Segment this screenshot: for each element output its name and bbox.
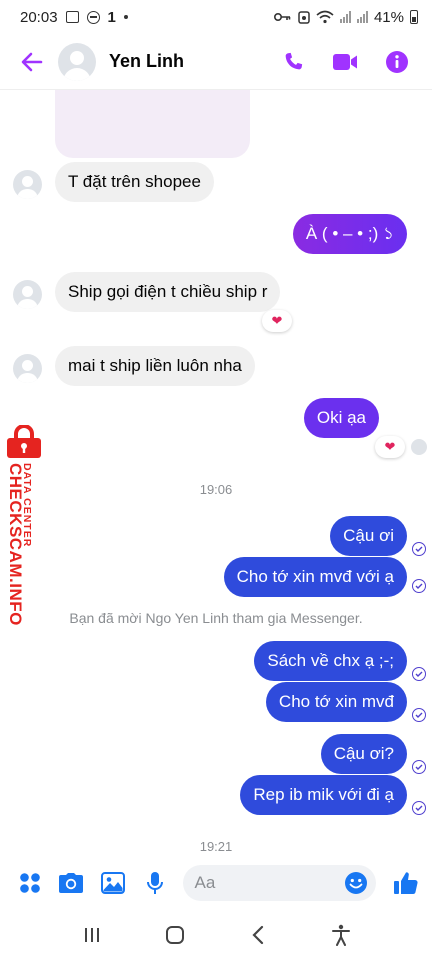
- image-message-partial[interactable]: [55, 90, 250, 158]
- message-bubble-incoming[interactable]: mai t ship liền luôn nha: [55, 346, 255, 386]
- battery-icon: [410, 10, 418, 24]
- message-input-placeholder: Aa: [194, 873, 216, 892]
- timestamp: 19:21: [199, 839, 233, 854]
- signal-2-icon: [356, 11, 368, 23]
- message-bubble-outgoing[interactable]: Sách về chx ạ ;-;: [254, 641, 407, 681]
- camera-button[interactable]: [56, 867, 88, 899]
- like-button[interactable]: [390, 867, 422, 899]
- timestamp: 19:06: [199, 482, 233, 497]
- message-bubble-outgoing[interactable]: Rep ib mik với đi ạ: [240, 775, 407, 815]
- camera-icon: [59, 873, 84, 893]
- message-bubble-outgoing[interactable]: Cho tớ xin mvđ với ạ: [223, 557, 407, 597]
- key-icon: [273, 13, 291, 21]
- info-icon: [386, 50, 408, 73]
- phone-icon: [285, 52, 303, 69]
- video-icon: [333, 53, 357, 70]
- delivered-check-icon: [412, 760, 426, 774]
- delivered-check-icon: [412, 667, 426, 681]
- message-bubble-outgoing[interactable]: Oki ạa: [303, 398, 379, 438]
- watermark-logo: DATA CENTER CHECKSCAM.INFO: [0, 425, 48, 635]
- do-not-disturb-icon: [86, 10, 100, 24]
- alarm-icon: [298, 11, 310, 24]
- recents-icon: [84, 928, 99, 942]
- status-extra: 1: [107, 8, 116, 26]
- message-input[interactable]: Aa: [182, 865, 377, 901]
- chat-header: Yen Linh: [0, 34, 432, 90]
- delivered-check-icon: [412, 542, 426, 556]
- accessibility-button[interactable]: [329, 923, 353, 947]
- back-button[interactable]: [10, 40, 54, 84]
- seen-avatar: [411, 439, 427, 455]
- back-nav-icon: [251, 925, 263, 945]
- like-icon: [394, 872, 418, 895]
- home-button[interactable]: [163, 923, 187, 947]
- status-time: 20:03: [20, 8, 58, 26]
- contact-avatar-small[interactable]: [13, 354, 42, 383]
- more-notifications-icon: [123, 15, 128, 19]
- delivered-check-icon: [412, 579, 426, 593]
- apps-button[interactable]: [14, 867, 46, 899]
- back-arrow-icon: [21, 52, 43, 71]
- delivered-check-icon: [412, 801, 426, 815]
- gallery-button[interactable]: [97, 867, 129, 899]
- wifi-icon: [316, 10, 334, 24]
- emoji-icon[interactable]: [344, 871, 368, 895]
- nav-back-button[interactable]: [246, 923, 270, 947]
- message-composer: Aa: [0, 860, 432, 906]
- accessibility-icon: [331, 924, 350, 946]
- message-bubble-outgoing[interactable]: Cậu ơi: [330, 516, 407, 556]
- status-bar: 20:03 1 41%: [0, 0, 432, 34]
- message-bubble-outgoing[interactable]: Cho tớ xin mvđ: [265, 682, 407, 722]
- system-navigation-bar: [0, 910, 432, 960]
- reaction-badge[interactable]: ❤: [262, 310, 292, 332]
- voice-button[interactable]: [139, 867, 171, 899]
- info-button[interactable]: [384, 49, 410, 75]
- contact-avatar-small[interactable]: [13, 280, 42, 309]
- call-button[interactable]: [280, 49, 306, 75]
- battery-percent: 41%: [373, 8, 404, 26]
- gallery-icon: [101, 872, 126, 894]
- home-icon: [165, 926, 184, 944]
- mic-icon: [146, 872, 163, 894]
- contact-name[interactable]: Yen Linh: [109, 51, 184, 72]
- svg-text:CHECKSCAM.INFO: CHECKSCAM.INFO: [6, 463, 25, 626]
- apps-icon: [20, 873, 40, 893]
- message-bubble-outgoing[interactable]: Cậu ơi?: [320, 734, 407, 774]
- message-bubble-incoming[interactable]: Ship gọi điện t chiều ship r: [55, 272, 281, 312]
- recents-button[interactable]: [80, 923, 104, 947]
- gallery-notification-icon: [65, 11, 79, 23]
- system-message: Bạn đã mời Ngo Yen Linh tham gia Messeng…: [69, 610, 363, 626]
- contact-avatar[interactable]: [58, 42, 96, 81]
- signal-icon: [339, 11, 351, 23]
- message-bubble-incoming[interactable]: T đặt trên shopee: [55, 162, 214, 202]
- contact-avatar-small[interactable]: [13, 170, 42, 199]
- delivered-check-icon: [412, 708, 426, 722]
- lock-icon: [7, 425, 41, 458]
- message-list[interactable]: T đặt trên shopee À ( • – • ;) ১ Ship gọ…: [0, 90, 432, 860]
- message-bubble-outgoing[interactable]: À ( • – • ;) ১: [292, 214, 407, 254]
- watermark-text: DATA CENTER CHECKSCAM.INFO: [6, 463, 33, 626]
- video-call-button[interactable]: [332, 49, 358, 75]
- reaction-badge[interactable]: ❤: [375, 436, 405, 458]
